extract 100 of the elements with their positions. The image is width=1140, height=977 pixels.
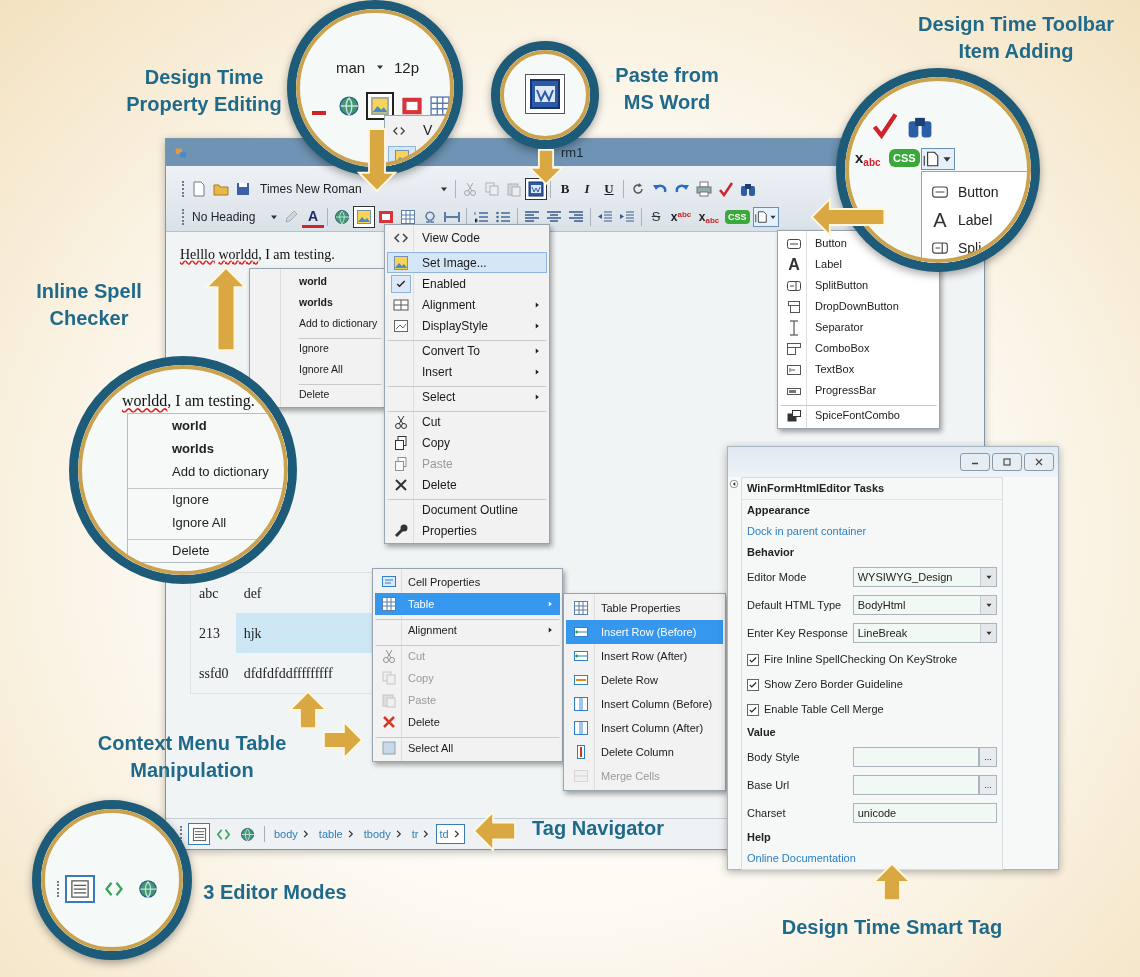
menu-item[interactable]: Select All — [375, 737, 560, 759]
checkmark-icon — [748, 704, 758, 715]
button-icon — [931, 183, 949, 201]
tag-link[interactable]: body — [271, 824, 314, 844]
menu-item[interactable]: Delete — [128, 539, 288, 562]
dropdown-field[interactable]: BodyHtml — [852, 595, 997, 615]
browse-button[interactable]: ... — [979, 747, 997, 767]
checkbox[interactable] — [747, 653, 759, 666]
link[interactable]: Online Documentation — [747, 850, 856, 867]
link[interactable]: Dock in parent container — [747, 523, 867, 540]
input-field[interactable] — [852, 775, 980, 795]
menu-item[interactable]: Document Outline — [387, 499, 547, 520]
dropdown-field[interactable]: WYSIWYG_Design — [852, 567, 997, 587]
checkbox[interactable] — [747, 703, 759, 716]
font-name-dropdown[interactable]: Times New Roman — [258, 179, 452, 199]
menu-item[interactable]: Enabled — [387, 273, 547, 294]
menu-item[interactable]: Delete — [375, 711, 560, 733]
font-name-text: man — [336, 58, 366, 78]
menu-item[interactable]: Table Properties — [566, 596, 723, 620]
superscript-button[interactable]: x$^{abc}$ — [667, 206, 695, 228]
word-document-button[interactable] — [525, 178, 547, 200]
strikethrough-button[interactable]: S — [645, 206, 667, 228]
tag-link[interactable]: tbody — [360, 824, 407, 844]
menu-item[interactable]: DisplayStyle — [387, 315, 547, 336]
menu-item[interactable]: Cell Properties — [375, 571, 560, 593]
menu-item[interactable]: Add to dictionary — [128, 460, 288, 483]
menu-item[interactable]: A Label — [922, 206, 1031, 234]
callout-text: 3 Editor Modes — [203, 880, 347, 905]
menu-item[interactable]: Insert — [387, 361, 547, 382]
checkbox[interactable] — [747, 678, 759, 691]
menu-item[interactable]: Alignment — [375, 619, 560, 641]
tag-link[interactable]: tr — [408, 824, 435, 844]
delete-row-icon — [573, 672, 589, 688]
menu-item[interactable]: Copy — [387, 432, 547, 453]
menu-item[interactable]: Delete Row — [566, 668, 723, 692]
subscript-button[interactable]: x$_{abc}$ — [855, 147, 881, 170]
menu-item[interactable]: Properties — [387, 520, 547, 541]
menu-item[interactable]: world — [128, 414, 288, 437]
browse-button[interactable]: ... — [979, 775, 997, 795]
design-mode-button[interactable] — [65, 875, 95, 903]
paste-from-word-button[interactable] — [525, 74, 565, 114]
menu-item[interactable]: SplitButton — [780, 275, 937, 296]
tag-link[interactable]: td — [436, 824, 465, 844]
font-color-button[interactable]: A — [302, 206, 324, 228]
menu-item[interactable]: Delete Column — [566, 740, 723, 764]
menu-item[interactable]: Ignore — [128, 488, 288, 511]
copy-icon — [393, 455, 409, 472]
cell-properties-icon — [381, 574, 397, 590]
printer-button[interactable] — [693, 178, 715, 200]
menu-item[interactable]: View Code — [387, 227, 547, 248]
tag-link[interactable]: table — [315, 824, 359, 844]
menu-item[interactable]: Button — [922, 178, 1031, 206]
image-button[interactable] — [353, 206, 375, 228]
menu-item[interactable]: Insert Row (After) — [566, 644, 723, 668]
menu-item[interactable]: Add to dictionary — [298, 313, 382, 334]
menu-item[interactable]: Convert To — [387, 340, 547, 361]
menu-item[interactable]: Delete — [387, 474, 547, 495]
heading-dropdown[interactable]: No Heading — [188, 207, 280, 227]
indent-icon — [619, 209, 635, 225]
menu-item[interactable]: worlds — [128, 437, 288, 460]
close-button[interactable] — [1024, 453, 1054, 471]
subscript-button[interactable]: x$_{abc}$ — [695, 206, 723, 228]
label-icon: A — [933, 210, 947, 230]
underline-button[interactable]: U — [598, 178, 620, 200]
menu-item[interactable]: Ignore — [298, 338, 382, 359]
input-field[interactable]: unicode — [852, 803, 997, 823]
menu-item[interactable]: Ignore All — [298, 359, 382, 380]
menu-item[interactable]: Insert Column (After) — [566, 716, 723, 740]
menu-item[interactable]: Select — [387, 386, 547, 407]
alignment-icon — [393, 296, 409, 313]
menu-item[interactable]: TextBox — [780, 359, 937, 380]
minimize-button[interactable] — [960, 453, 990, 471]
field-label: Editor Mode — [747, 569, 808, 585]
menu-item[interactable]: Delete — [298, 384, 382, 405]
menu-item[interactable]: Set Image... — [387, 252, 547, 273]
code-icon — [392, 124, 406, 138]
paste-icon — [506, 181, 522, 197]
bold-button[interactable]: B — [554, 178, 576, 200]
add-item-dropdown-button[interactable] — [921, 148, 955, 170]
dropdown-field[interactable]: LineBreak — [852, 623, 997, 643]
menu-item[interactable]: ComboBox — [780, 338, 937, 359]
menu-item[interactable]: Cut — [387, 411, 547, 432]
menu-item[interactable]: SpiceFontCombo — [780, 405, 937, 426]
input-field[interactable] — [852, 747, 980, 767]
dropdown-button-icon — [786, 298, 802, 315]
add-item-dropdown-button[interactable] — [752, 207, 779, 227]
globe-icon — [338, 95, 360, 117]
design-mode-button[interactable] — [188, 823, 210, 845]
menu-item[interactable]: Alignment — [387, 294, 547, 315]
printer-icon — [696, 181, 712, 197]
menu-item[interactable]: world — [298, 271, 382, 292]
menu-item[interactable]: DropDownButton — [780, 296, 937, 317]
menu-item[interactable]: ProgressBar — [780, 380, 937, 401]
menu-item[interactable]: Ignore All — [128, 511, 288, 534]
menu-item[interactable]: worlds — [298, 292, 382, 313]
italic-button[interactable]: I — [576, 178, 598, 200]
menu-item[interactable]: Insert Column (Before) — [566, 692, 723, 716]
image-button[interactable] — [366, 92, 394, 120]
menu-item[interactable]: Separator — [780, 317, 937, 338]
spell-check-icon — [871, 111, 899, 139]
